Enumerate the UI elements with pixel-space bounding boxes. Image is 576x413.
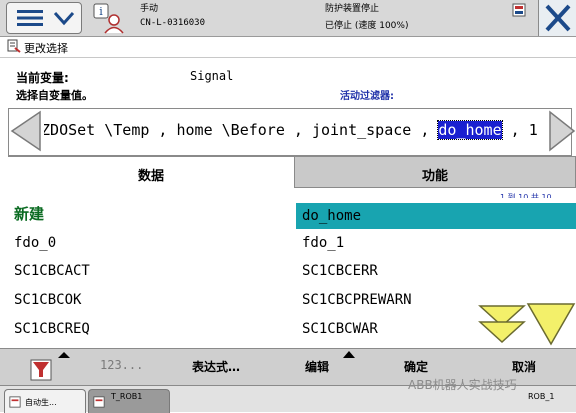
list-item[interactable]: fdo_1 — [296, 230, 576, 256]
tab-data[interactable]: 数据 — [8, 156, 294, 189]
expression-button[interactable]: 表达式… — [192, 358, 240, 375]
speed-icon[interactable] — [512, 3, 526, 17]
program-editor-icon — [93, 396, 105, 408]
title-row — [0, 37, 576, 58]
scroll-right-arrow-icon[interactable] — [548, 110, 576, 152]
cancel-button[interactable]: 取消 — [512, 358, 536, 375]
list-item[interactable]: fdo_0 — [8, 230, 294, 256]
watermark-text: ABB机器人实战技巧 — [408, 378, 517, 392]
top-status-bar — [0, 0, 576, 37]
close-button[interactable] — [538, 0, 576, 36]
select-argument-hint: 选择自变量值。 — [16, 89, 93, 102]
tab-function[interactable]: 功能 — [294, 156, 576, 188]
ok-button[interactable]: 确定 — [404, 358, 428, 375]
selected-argument[interactable]: do_home — [437, 120, 503, 140]
program-icon — [9, 396, 21, 408]
taskbar-item-rob-label: T_ROB1 — [111, 392, 143, 401]
main-menu-button[interactable] — [6, 2, 82, 34]
tab-function-label: 功能 — [421, 169, 448, 184]
tab-data-label: 数据 — [137, 169, 164, 184]
status-run-state: 已停止 (速度 100%) — [325, 21, 409, 31]
current-variable-value: Signal — [190, 69, 234, 83]
list-item-new[interactable]: 新建 — [8, 201, 294, 227]
edit-menu-button[interactable]: 编辑 — [305, 358, 329, 375]
svg-text:i: i — [99, 5, 103, 18]
chevron-down-icon — [53, 11, 75, 26]
status-controller-name: CN-L-0316030 — [140, 18, 206, 28]
menu-up-caret-icon — [343, 351, 355, 358]
list-item[interactable]: SC1CBCREQ — [8, 316, 294, 342]
status-mode: 手动 — [140, 4, 159, 14]
instruction-args-tail[interactable]: , 1 — [502, 121, 538, 139]
instruction-line: WZDOSet \Temp , home \Before , joint_spa… — [44, 120, 538, 140]
list-item-selected[interactable]: do_home — [296, 203, 576, 229]
change-selection-icon — [7, 39, 21, 53]
instruction-line-viewport: WZDOSet \Temp , home \Before , joint_spa… — [44, 110, 548, 152]
mechanical-unit-label: ROB_1 — [528, 392, 555, 401]
numeric-entry-button[interactable]: 123... — [100, 358, 143, 372]
instruction-args[interactable]: WZDOSet \Temp , home \Before , joint_spa… — [44, 121, 438, 139]
page-down-arrows-icon[interactable] — [478, 302, 576, 346]
hamburger-icon — [17, 10, 43, 26]
taskbar-item-rob[interactable]: T_ROB1 — [88, 389, 170, 413]
operator-info-icon[interactable]: i — [92, 2, 126, 34]
page-title: 更改选择 — [24, 42, 68, 55]
list-item[interactable]: SC1CBCOK — [8, 287, 294, 313]
close-icon — [545, 4, 571, 32]
list-item[interactable]: SC1CBCACT — [8, 258, 294, 284]
list-item[interactable]: SC1CBCERR — [296, 258, 576, 284]
status-guard-stop: 防护装置停止 — [325, 4, 380, 14]
current-variable-label: 当前变量: — [16, 71, 69, 85]
scroll-left-arrow-icon[interactable] — [10, 110, 42, 152]
taskbar-item-auto-label: 自动生... — [25, 398, 57, 407]
filter-button-icon[interactable] — [28, 352, 74, 382]
active-filter-label: 活动过滤器: — [340, 91, 394, 102]
taskbar-item-auto[interactable]: 自动生... — [4, 389, 86, 413]
